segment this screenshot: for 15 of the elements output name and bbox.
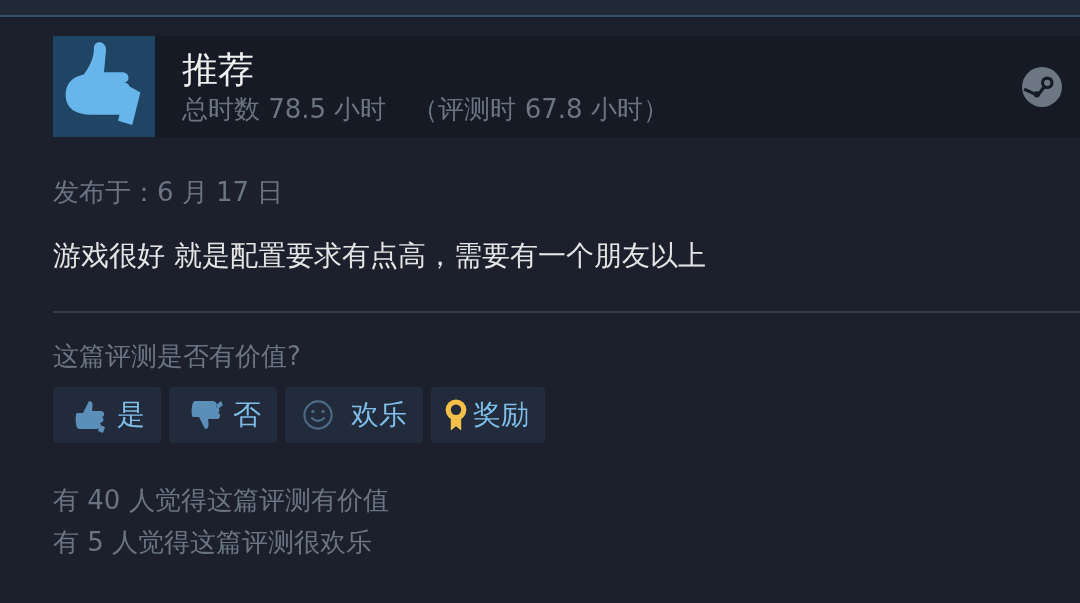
vote-button[interactable]: 否 [169, 387, 277, 443]
vote-count: 有 5 人觉得这篇评测很欢乐 [53, 526, 374, 559]
thumbs-up-icon [53, 36, 155, 137]
posted-date: 发布于：6 月 17 日 [53, 176, 285, 209]
vote-button[interactable]: 欢乐 [285, 387, 423, 443]
smiley-icon [301, 398, 335, 432]
playtime-total: 总时数 78.5 小时 [182, 93, 387, 124]
vote-button[interactable]: 奖励 [431, 387, 545, 443]
playtime-at-review: （评测时 67.8 小时） [412, 93, 669, 124]
helpful-question: 这篇评测是否有价值? [53, 340, 302, 373]
vote-button[interactable]: 是 [53, 387, 161, 443]
review-verdict: 推荐 [182, 47, 255, 92]
steam-icon [1021, 65, 1063, 108]
review-text: 游戏很好 就是配置要求有点高，需要有一个朋友以上 [53, 238, 707, 274]
vote-count: 有 40 人觉得这篇评测有价值 [53, 484, 390, 517]
